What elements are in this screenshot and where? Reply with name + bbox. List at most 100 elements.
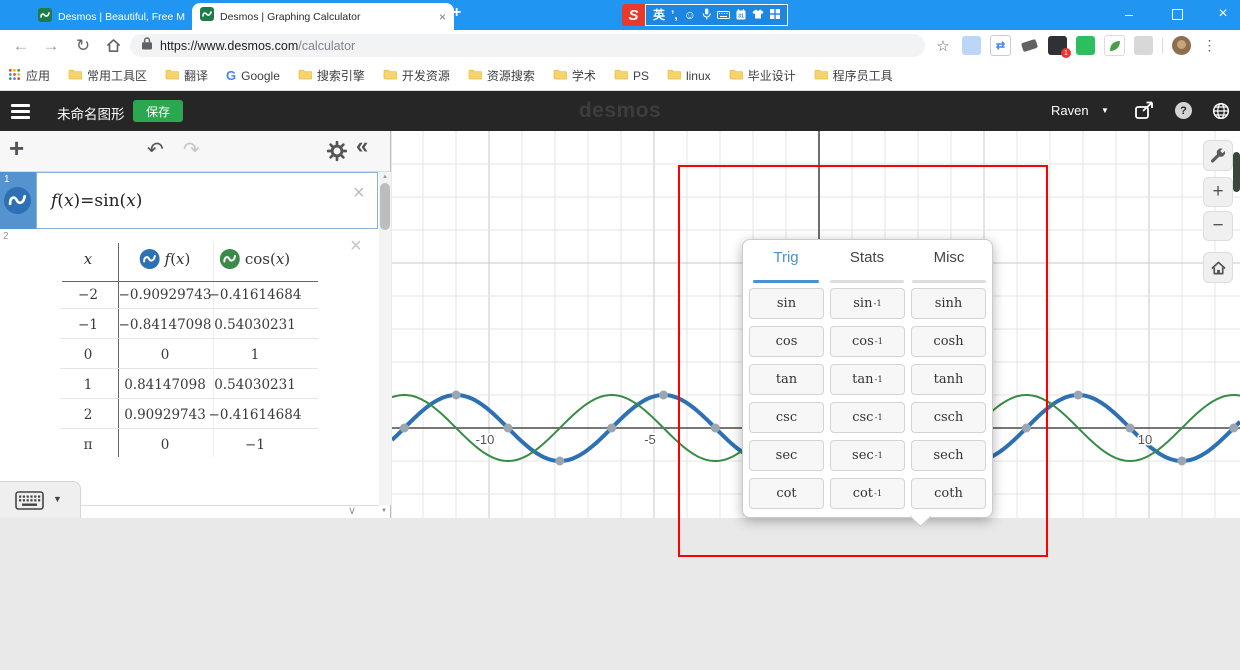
- home-zoom-button[interactable]: [1203, 252, 1233, 283]
- panel-scrollbar-thumb[interactable]: [380, 183, 390, 230]
- undo-icon[interactable]: ↶: [147, 137, 164, 162]
- table-cell[interactable]: 0: [161, 347, 170, 363]
- extension-eraser-icon[interactable]: [1020, 36, 1039, 55]
- popup-tab-stats[interactable]: Stats: [850, 249, 884, 266]
- bookmark-item[interactable]: 开发资源: [383, 67, 450, 84]
- tab-desmos-home[interactable]: Desmos | Beautiful, Free Math ×: [30, 4, 206, 30]
- expression-input[interactable]: f(x) = sin(x) ×: [36, 172, 378, 229]
- table-cell[interactable]: 2: [84, 407, 93, 423]
- column-curve-icon[interactable]: [219, 249, 240, 269]
- keyboard-toggle[interactable]: ▼: [0, 481, 81, 519]
- panel-scrollbar[interactable]: ▲: [379, 172, 391, 505]
- function-button-sin[interactable]: sin: [749, 288, 824, 319]
- function-button-tan-1[interactable]: tan -1: [830, 364, 905, 395]
- collapse-list-chevron-icon[interactable]: ∨: [348, 504, 356, 517]
- redo-icon[interactable]: ↷: [183, 137, 200, 162]
- extension-leaf-icon[interactable]: [1104, 35, 1125, 56]
- table-cell[interactable]: −1: [245, 437, 265, 453]
- bookmark-item[interactable]: 毕业设计: [729, 67, 796, 84]
- bookmark-item[interactable]: 翻译: [165, 67, 208, 84]
- close-window-button[interactable]: ×: [1206, 0, 1240, 28]
- function-button-sech[interactable]: sech: [911, 440, 986, 471]
- table-cell[interactable]: 0: [84, 347, 93, 363]
- function-button-sec-1[interactable]: sec -1: [830, 440, 905, 471]
- table-cell[interactable]: 0: [161, 437, 170, 453]
- language-globe-icon[interactable]: [1212, 102, 1230, 125]
- ime-punctuation-toggle[interactable]: ’,: [671, 9, 678, 21]
- bookmark-item[interactable]: linux: [667, 69, 711, 83]
- table-cell[interactable]: −0.84147098: [119, 317, 212, 333]
- account-name[interactable]: Raven: [1051, 103, 1089, 118]
- back-icon[interactable]: ←: [8, 30, 34, 61]
- share-icon[interactable]: [1134, 101, 1155, 125]
- bookmark-apps[interactable]: 应用: [8, 67, 50, 84]
- zoom-in-button[interactable]: +: [1203, 177, 1233, 207]
- table-cell[interactable]: 0.84147098: [124, 377, 206, 393]
- function-button-coth[interactable]: coth: [911, 478, 986, 509]
- ime-skin-icon[interactable]: [752, 9, 764, 21]
- avatar[interactable]: [1172, 36, 1191, 55]
- extension-disabled-icon[interactable]: [1134, 36, 1153, 55]
- table-column-header[interactable]: cos(x): [219, 249, 290, 269]
- bookmark-item[interactable]: 搜索引擎: [298, 67, 365, 84]
- account-caret-icon[interactable]: ▼: [1101, 106, 1109, 115]
- refresh-icon[interactable]: ↻: [70, 30, 96, 61]
- graph-settings-button[interactable]: [1203, 140, 1233, 171]
- delete-expression-icon[interactable]: ×: [353, 183, 365, 203]
- table-cell[interactable]: −0.41614684: [209, 287, 302, 303]
- bookmark-item[interactable]: 学术: [553, 67, 596, 84]
- tab-desmos-calculator[interactable]: Desmos | Graphing Calculator ×: [192, 3, 454, 30]
- table-column-header[interactable]: f(x): [139, 249, 190, 269]
- table-cell[interactable]: −0.90929743: [119, 287, 212, 303]
- zoom-out-button[interactable]: −: [1203, 211, 1233, 241]
- chrome-menu-icon[interactable]: ⋮: [1200, 36, 1219, 55]
- popup-tab-trig[interactable]: Trig: [773, 249, 798, 266]
- address-bar[interactable]: https://www.desmos.com/calculator: [130, 34, 925, 57]
- delete-table-icon[interactable]: ×: [350, 236, 362, 256]
- bookmark-item[interactable]: 资源搜索: [468, 67, 535, 84]
- add-expression-button[interactable]: +: [9, 133, 24, 164]
- maximize-button[interactable]: [1160, 0, 1194, 28]
- extension-translate-icon[interactable]: ⇄: [990, 35, 1011, 56]
- extension-doc-icon[interactable]: [962, 36, 981, 55]
- table-cell[interactable]: −0.41614684: [209, 407, 302, 423]
- table-cell[interactable]: 0.54030231: [214, 377, 296, 393]
- ime-calendar-icon[interactable]: 31: [736, 8, 746, 22]
- function-button-cos[interactable]: cos: [749, 326, 824, 357]
- table-column-header[interactable]: x: [84, 250, 92, 268]
- sogou-logo-icon[interactable]: S: [622, 4, 645, 26]
- tab-close-icon[interactable]: ×: [439, 10, 446, 24]
- ime-tools-grid-icon[interactable]: [769, 9, 780, 21]
- bookmark-item[interactable]: 常用工具区: [68, 67, 147, 84]
- function-button-csch[interactable]: csch: [911, 402, 986, 433]
- function-button-cosh[interactable]: cosh: [911, 326, 986, 357]
- table-cell[interactable]: π: [84, 437, 93, 453]
- table-cell[interactable]: 0.90929743: [124, 407, 206, 423]
- function-button-cot-1[interactable]: cot -1: [830, 478, 905, 509]
- table-cell[interactable]: 1: [251, 347, 260, 363]
- popup-tab-misc[interactable]: Misc: [934, 249, 965, 266]
- bookmark-item[interactable]: PS: [614, 69, 649, 83]
- collapse-panel-icon[interactable]: «: [356, 133, 368, 159]
- extension-evernote-icon[interactable]: [1076, 36, 1095, 55]
- bookmark-item[interactable]: 程序员工具: [814, 67, 893, 84]
- settings-gear-icon[interactable]: [326, 140, 348, 166]
- table-cell[interactable]: 0.54030231: [214, 317, 296, 333]
- minimize-button[interactable]: –: [1112, 0, 1146, 28]
- ime-emoji-icon[interactable]: ☺: [684, 9, 696, 21]
- function-button-csc[interactable]: csc: [749, 402, 824, 433]
- function-button-cos-1[interactable]: cos -1: [830, 326, 905, 357]
- expression-row-1[interactable]: 1 f(x) = sin(x) ×: [0, 172, 378, 229]
- new-tab-button[interactable]: +: [452, 4, 461, 22]
- help-button[interactable]: ?: [1175, 102, 1192, 119]
- extension-dark-icon[interactable]: 1: [1048, 36, 1071, 58]
- function-button-sin-1[interactable]: sin -1: [830, 288, 905, 319]
- forward-icon[interactable]: →: [38, 30, 64, 61]
- scroll-down-icon[interactable]: ▼: [381, 508, 387, 514]
- function-button-tan[interactable]: tan: [749, 364, 824, 395]
- function-button-sinh[interactable]: sinh: [911, 288, 986, 319]
- curve-style-icon[interactable]: [4, 187, 31, 219]
- home-icon[interactable]: [100, 30, 126, 61]
- scroll-up-icon[interactable]: ▲: [382, 174, 388, 180]
- function-button-csc-1[interactable]: csc -1: [830, 402, 905, 433]
